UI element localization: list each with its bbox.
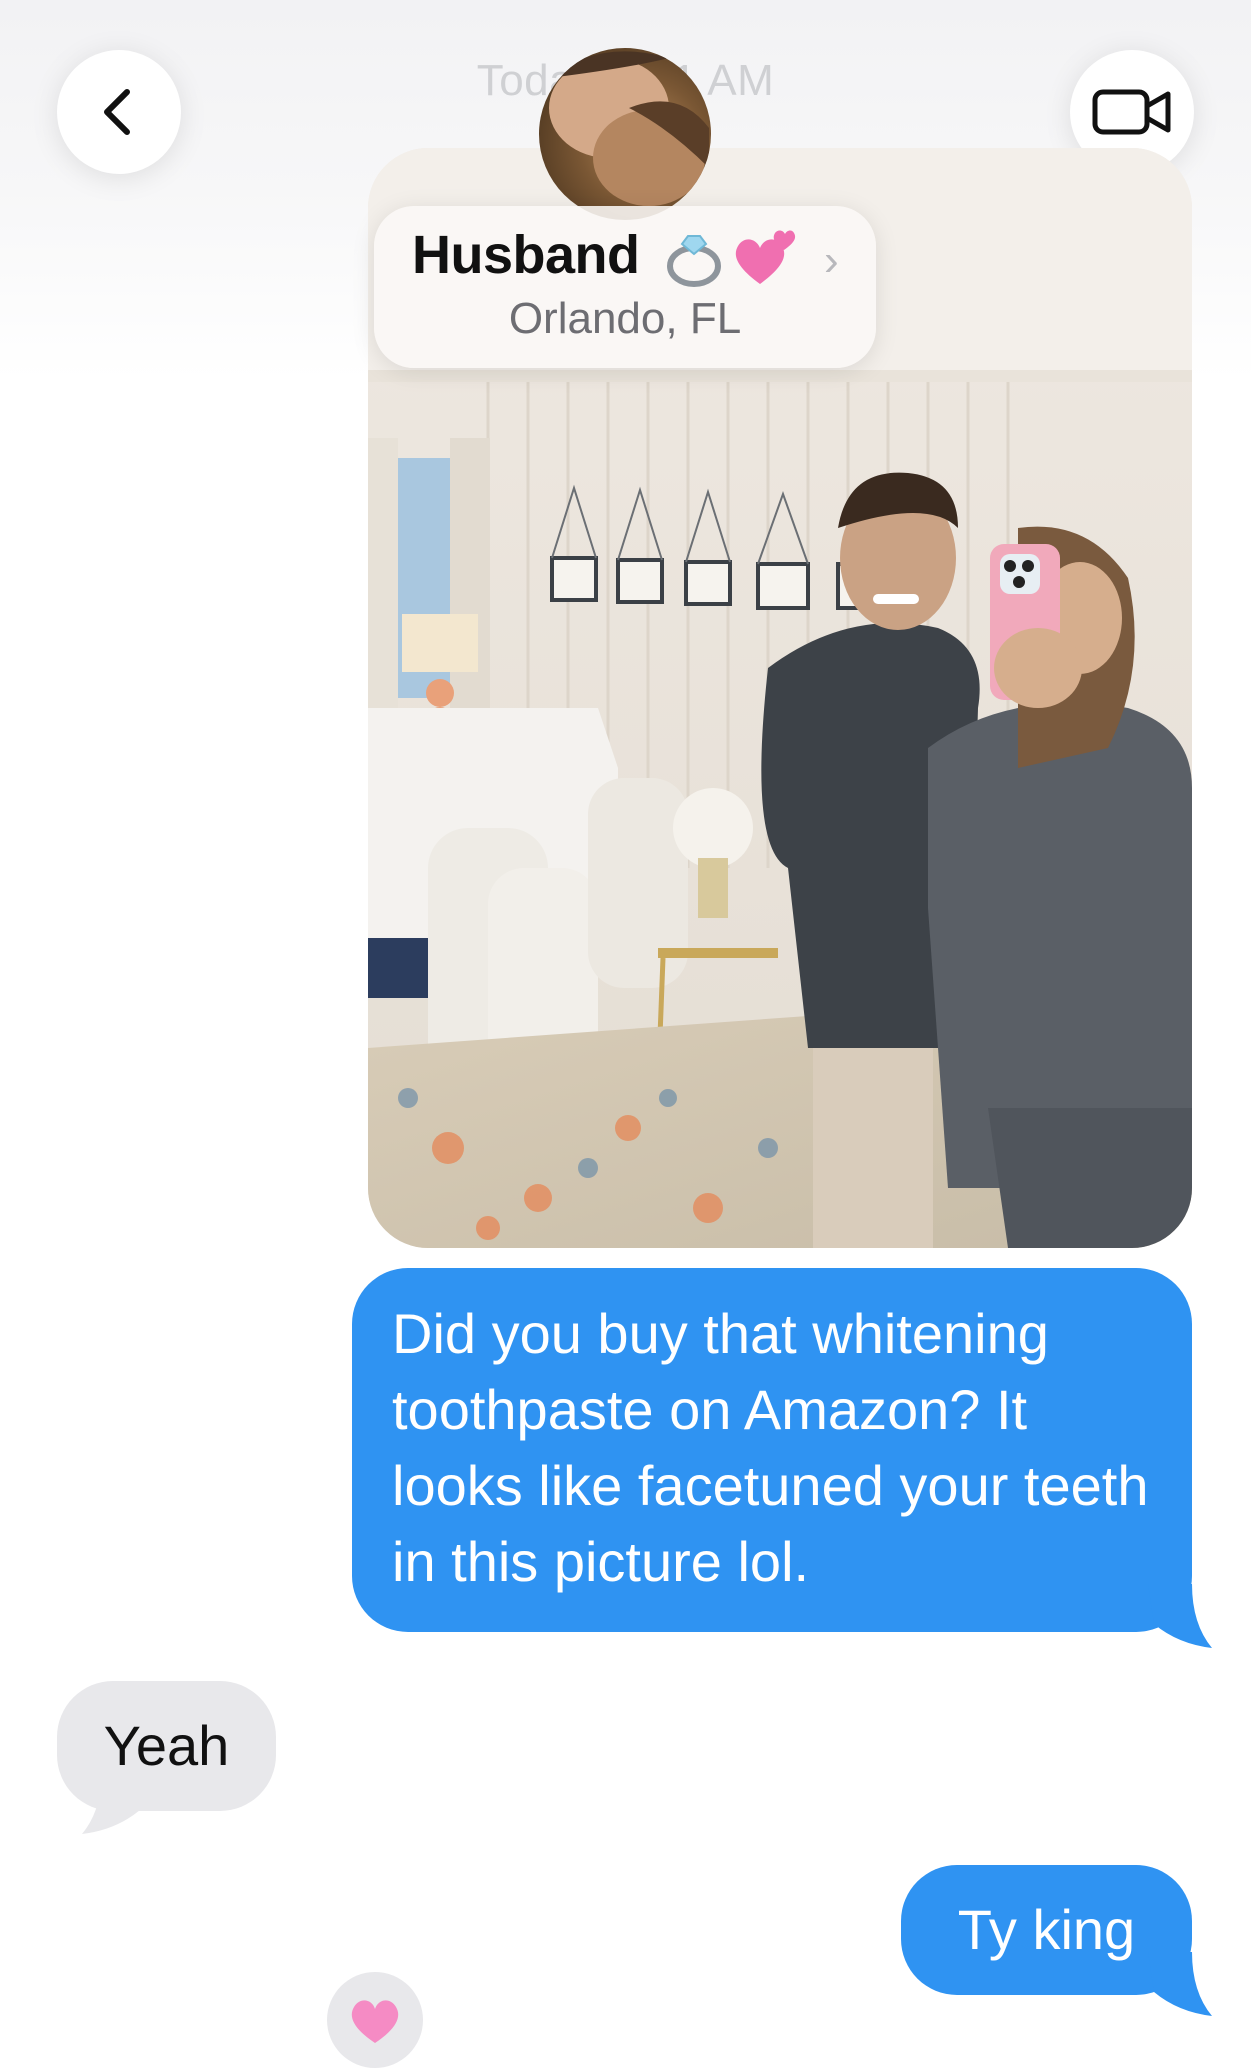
sent-bubble-tail — [1148, 1952, 1212, 2016]
reaction-badge[interactable] — [327, 1972, 423, 2068]
message-text: Ty king — [957, 1898, 1136, 1961]
ring-icon — [664, 226, 728, 295]
pink-heart-icon — [351, 2000, 399, 2043]
contact-name[interactable]: Husband — [412, 224, 640, 286]
back-button[interactable] — [57, 50, 181, 174]
sent-message-bubble[interactable]: Did you buy that whitening toothpaste on… — [352, 1268, 1192, 1632]
sent-bubble-tail — [1148, 1584, 1212, 1648]
two-hearts-icon — [730, 224, 800, 295]
contact-subtitle: Orlando, FL — [508, 294, 742, 343]
contact-avatar[interactable] — [539, 48, 711, 220]
received-bubble-tail — [82, 1770, 146, 1834]
message-text: Did you buy that whitening toothpaste on… — [392, 1302, 1149, 1593]
video-camera-icon — [1092, 89, 1171, 135]
contact-chevron-icon: › — [824, 236, 839, 285]
chevron-left-icon — [104, 89, 130, 135]
avatar-photo — [549, 51, 709, 206]
